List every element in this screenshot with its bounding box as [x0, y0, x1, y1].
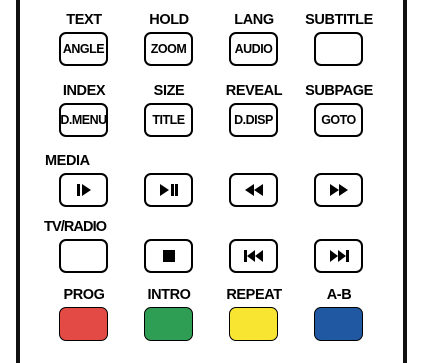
row-text-hold-lang-subtitle: TEXT ANGLE HOLD ZOOM LANG AUDIO SUBTITLE — [51, 12, 391, 84]
label-tvradio: TV/RADIO — [44, 219, 107, 235]
subtitle-button[interactable] — [314, 32, 363, 66]
label-size: SIZE — [153, 83, 185, 99]
label-subtitle: SUBTITLE — [305, 12, 373, 28]
yellow-button[interactable] — [229, 307, 278, 341]
play-pause-button[interactable] — [144, 173, 193, 207]
goto-button[interactable]: GOTO — [314, 103, 363, 137]
label-a-b: A-B — [326, 287, 352, 303]
label-repeat: REPEAT — [226, 287, 282, 303]
label-lang: LANG — [234, 12, 274, 28]
label-text: TEXT — [66, 12, 102, 28]
fast-forward-button[interactable] — [314, 173, 363, 207]
audio-button[interactable]: AUDIO — [229, 32, 278, 66]
ddisp-button[interactable]: D.DISP — [229, 103, 278, 137]
zoom-button[interactable]: ZOOM — [144, 32, 193, 66]
row-media: MEDIA — [45, 153, 391, 225]
row-tvradio: TV/RADIO — [44, 219, 391, 291]
label-prog: PROG — [63, 287, 105, 303]
label-subpage: SUBPAGE — [305, 83, 373, 99]
rewind-button[interactable] — [229, 173, 278, 207]
label-intro: INTRO — [147, 287, 191, 303]
green-button[interactable] — [144, 307, 193, 341]
row-color-keys: PROG INTRO REPEAT A-B — [51, 287, 391, 359]
dmenu-button[interactable]: D.MENU — [59, 103, 108, 137]
skip-previous-button[interactable] — [229, 239, 278, 273]
remote-right-edge — [403, 0, 407, 363]
stop-button[interactable] — [144, 239, 193, 273]
red-button[interactable] — [59, 307, 108, 341]
rewind-icon — [244, 183, 264, 197]
label-hold: HOLD — [149, 12, 189, 28]
fast-forward-icon — [329, 183, 349, 197]
skip-next-button[interactable] — [314, 239, 363, 273]
step-forward-icon — [75, 183, 93, 197]
blue-button[interactable] — [314, 307, 363, 341]
label-index: INDEX — [62, 83, 106, 99]
play-pause-icon — [159, 183, 179, 197]
label-reveal: REVEAL — [225, 83, 283, 99]
label-media: MEDIA — [45, 153, 90, 169]
remote-left-edge — [16, 0, 20, 363]
step-forward-button[interactable] — [59, 173, 108, 207]
title-button[interactable]: TITLE — [144, 103, 193, 137]
skip-next-icon — [328, 249, 350, 263]
angle-button[interactable]: ANGLE — [59, 32, 108, 66]
skip-previous-icon — [243, 249, 265, 263]
row-index-size-reveal-subpage: INDEX D.MENU SIZE TITLE REVEAL D.DISP SU… — [51, 83, 391, 155]
stop-icon — [162, 249, 176, 263]
tvradio-button[interactable] — [59, 239, 108, 273]
